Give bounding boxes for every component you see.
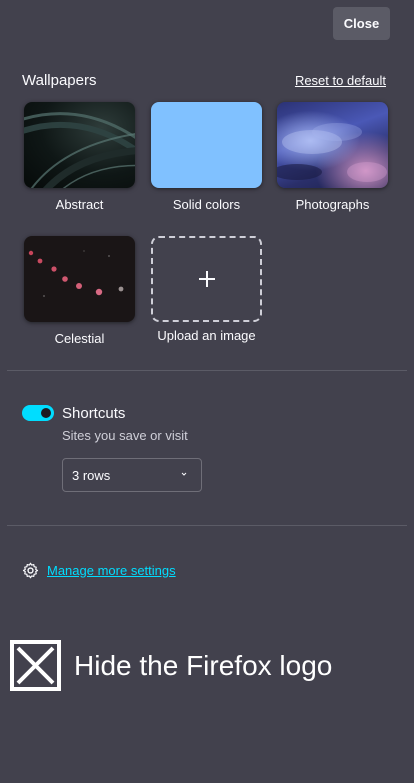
gear-icon <box>22 562 39 579</box>
shortcuts-description: Sites you save or visit <box>62 428 188 443</box>
wallpaper-thumbnail-abstract <box>24 102 135 188</box>
shortcuts-rows-select[interactable]: 3 rows <box>62 458 202 492</box>
wallpaper-tile-photographs[interactable]: Photographs <box>277 102 388 212</box>
wallpapers-heading: Wallpapers <box>22 72 97 89</box>
wallpaper-label: Abstract <box>55 197 104 212</box>
wallpaper-tile-solid-colors[interactable]: Solid colors <box>151 102 262 212</box>
wallpaper-tile-abstract[interactable]: Abstract <box>24 102 135 212</box>
manage-more-settings-link[interactable]: Manage more settings <box>47 563 176 578</box>
plus-icon <box>198 271 215 287</box>
toggle-knob <box>41 408 51 418</box>
upload-image-label: Upload an image <box>157 328 256 343</box>
wallpaper-label: Photographs <box>295 197 370 212</box>
checkbox-box <box>14 644 57 687</box>
hide-logo-label: Hide the Firefox logo <box>74 649 333 681</box>
manage-settings-row: Manage more settings <box>22 562 176 579</box>
rows-selected-value: 3 rows <box>72 467 111 483</box>
close-icon <box>16 646 55 685</box>
shortcuts-toggle[interactable] <box>22 405 54 421</box>
reset-to-default-link[interactable]: Reset to default <box>295 73 386 88</box>
wallpaper-thumbnail-celestial <box>24 236 135 322</box>
chevron-down-icon <box>181 472 187 476</box>
hide-logo-checkbox[interactable] <box>10 640 61 691</box>
shortcuts-label: Shortcuts <box>62 405 126 422</box>
wallpaper-label: Solid colors <box>172 197 241 212</box>
upload-image-button[interactable] <box>151 236 262 322</box>
wallpaper-thumbnail-photographs <box>277 102 388 188</box>
close-button[interactable]: Close <box>333 7 390 40</box>
section-divider <box>7 525 407 526</box>
section-divider <box>7 370 407 371</box>
wallpaper-tile-celestial[interactable]: Celestial <box>24 236 135 346</box>
hide-logo-row: Hide the Firefox logo <box>10 640 332 691</box>
wallpaper-label: Celestial <box>54 331 105 346</box>
wallpaper-thumbnail-solid <box>151 102 262 188</box>
